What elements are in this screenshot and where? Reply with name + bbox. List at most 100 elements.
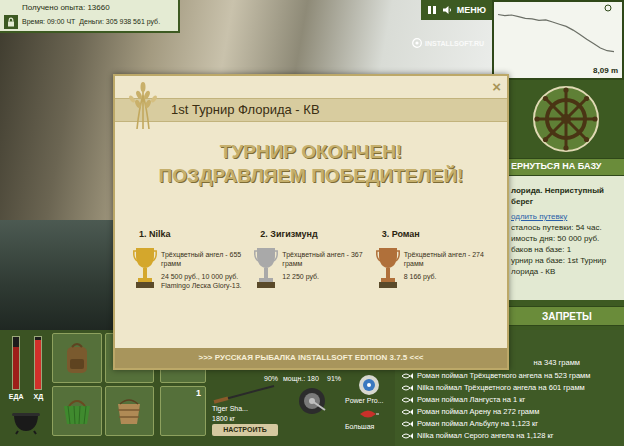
winner: 1. Nilka Трёхцветный ангел - 655 грамм 24 … (133, 228, 246, 290)
fish-icon (401, 384, 413, 392)
status-panel: Получено опыта: 13660 Время: 09:00 ЧТ День… (0, 0, 180, 33)
lock-icon[interactable] (4, 15, 18, 29)
basket-icon (61, 396, 93, 426)
meter-track (34, 336, 42, 390)
base-info: лорида. Неприступныйберегодлить путевкус… (492, 176, 624, 300)
winner-info: Трёхцветный ангел - 367 грамм12 250 руб. (282, 246, 367, 290)
catch-log-text: Роман поймал Трёхцветного ангела на 523 … (417, 370, 590, 382)
extend-permit-link[interactable]: одлить путевку (511, 212, 621, 222)
catch-log-row: Роман поймал Арену на 272 грамм (395, 406, 624, 418)
lure-name: Большая (345, 422, 393, 432)
dialog-heading: ПОЗДРАВЛЯЕМ ПОБЕДИТЕЛЕЙ! (159, 164, 464, 188)
winner-details: Трёхцветный ангел - 274 грамм8 166 руб. (376, 246, 489, 290)
winner-prize: 8 166 руб. (404, 272, 489, 281)
boat-marker-icon (605, 5, 611, 11)
trophy-icon (133, 246, 157, 290)
line-name: Power Pro... (345, 396, 393, 406)
catch-log-text: Nilka поймал Трёхцветного ангела на 601 … (417, 382, 585, 394)
fish-icon (401, 408, 413, 416)
tournament-dialog: ×1st Турнир Флорида - КВТУРНИР ОКОНЧЕН!П… (113, 74, 509, 370)
sound-icon[interactable] (442, 5, 452, 15)
winners: 1. Nilka Трёхцветный ангел - 655 грамм 24 … (115, 228, 507, 290)
installsoft-logo-icon (412, 38, 422, 48)
winner-info: Трёхцветный ангел - 274 грамм8 166 руб. (404, 246, 489, 290)
winner-place: 3. Роман (376, 228, 489, 240)
catch-log-row: Роман поймал Трёхцветного ангела на 523 … (395, 370, 624, 382)
inventory-slot[interactable]: 1 (160, 386, 206, 436)
pause-icon[interactable] (427, 5, 437, 15)
time-label: Время: 09:00 ЧТ (22, 17, 75, 27)
rod-load: 1800 кг (212, 414, 278, 423)
meter: ХД (34, 336, 44, 401)
catch-log-text: Nilka поймал Серого ангела на 1,128 кг (417, 430, 553, 442)
watermark: INSTALLSOFT.RU (412, 38, 484, 48)
meters: ЕДА ХД (3, 330, 49, 446)
dialog-body: ТУРНИР ОКОНЧЕН!ПОЗДРАВЛЯЕМ ПОБЕДИТЕЛЕЙ! 1… (115, 122, 507, 348)
catch-log-text: Роман поймал Лангуста на 1 кг (417, 394, 525, 406)
winner-catch: Трёхцветный ангел - 655 грамм (161, 250, 246, 268)
meter-row: ЕДА ХД (9, 336, 43, 401)
fish-icon (401, 372, 413, 380)
dialog-heading: ТУРНИР ОКОНЧЕН! (220, 140, 402, 164)
dialog-footer: >>> РУССКАЯ РЫБАЛКА INSTALLSOFT EDITION … (115, 348, 507, 368)
fish-icon (401, 396, 413, 404)
meter-fill-color (13, 347, 19, 389)
trophy-icon (254, 246, 278, 290)
line-spool-icon[interactable] (345, 374, 393, 396)
catch-log-text: Роман поймал Альбулу на 1,123 кг (417, 418, 538, 430)
return-to-base-button[interactable]: ЕРНУТЬСЯ НА БАЗУ (492, 158, 624, 176)
fish-icon (401, 420, 413, 428)
reel-power: мощн.: 180 (283, 374, 319, 384)
inventory-slot[interactable] (105, 386, 155, 436)
rod-wear: 90% (212, 374, 278, 384)
reel-icon[interactable] (283, 384, 341, 418)
meter-track (12, 336, 20, 390)
inventory-slot[interactable] (52, 386, 102, 436)
meter-fill (35, 340, 41, 389)
winner: 3. Роман Трёхцветный ангел - 274 грамм8 1… (376, 228, 489, 290)
inventory-slot[interactable] (52, 333, 102, 383)
menu-button[interactable]: МЕНЮ (457, 4, 486, 16)
catch-log-row: Роман поймал Альбулу на 1,123 кг (395, 418, 624, 430)
location-name: берег (511, 197, 621, 207)
catch-log-row: Роман поймал Лангуста на 1 кг (395, 394, 624, 406)
depth-plot (494, 2, 618, 64)
money-label: Деньги: 305 938 561 руб. (79, 17, 160, 27)
catch-log-text: Роман поймал Арену на 272 грамм (417, 406, 539, 418)
configure-button[interactable]: НАСТРОИТЬ (212, 424, 278, 436)
catch-log-row: Nilka поймал Серого ангела на 1,128 кг (395, 430, 624, 442)
backpack-icon (62, 341, 92, 375)
base-info-line: лорида - КВ (511, 267, 621, 277)
experience-label: Получено опыта: 13660 (4, 2, 174, 13)
fish-icon (401, 432, 413, 440)
base-info-line: урнир на базе: 1st Турнир (511, 256, 621, 266)
bans-button[interactable]: ЗАПРЕТЫ (492, 306, 624, 326)
lure-icon[interactable] (345, 406, 393, 422)
winner-prize: 24 500 руб., 10 000 руб. Flamingo Леска … (161, 272, 246, 290)
base-info-line: баков на базе: 1 (511, 245, 621, 255)
winner-info: Трёхцветный ангел - 655 грамм 24 500 руб.… (161, 246, 246, 290)
cauldron-icon[interactable] (10, 405, 42, 435)
watermark-text: INSTALLSOFT.RU (425, 39, 484, 48)
meter-label: ХД (34, 392, 44, 401)
winner-catch: Трёхцветный ангел - 367 грамм (282, 250, 367, 268)
meter-label: ЕДА (9, 392, 24, 401)
location-name: лорида. Неприступный (511, 186, 621, 196)
ship-wheel-icon[interactable] (533, 86, 599, 152)
dialog-title: 1st Турнир Флорида - КВ (115, 98, 507, 122)
compass-area (492, 80, 624, 158)
fishing-rod-icon[interactable] (212, 384, 278, 404)
winner-place: 2. Зигизмунд (254, 228, 367, 240)
close-button[interactable]: × (492, 78, 501, 96)
reel-stats: мощн.: 180 91% (283, 374, 341, 384)
meter-fill (13, 347, 19, 389)
reel-wear: 91% (327, 374, 341, 384)
dialog-header: × (115, 76, 507, 98)
depth-chart: 8,09 m (492, 0, 624, 80)
winner-place: 1. Nilka (133, 228, 246, 240)
game-screen: Получено опыта: 13660 Время: 09:00 ЧТ День… (0, 0, 624, 446)
depth-line (498, 15, 614, 52)
slot-count: 1 (196, 388, 201, 399)
trophy-icon (376, 246, 400, 290)
top-menu: МЕНЮ (421, 0, 492, 20)
